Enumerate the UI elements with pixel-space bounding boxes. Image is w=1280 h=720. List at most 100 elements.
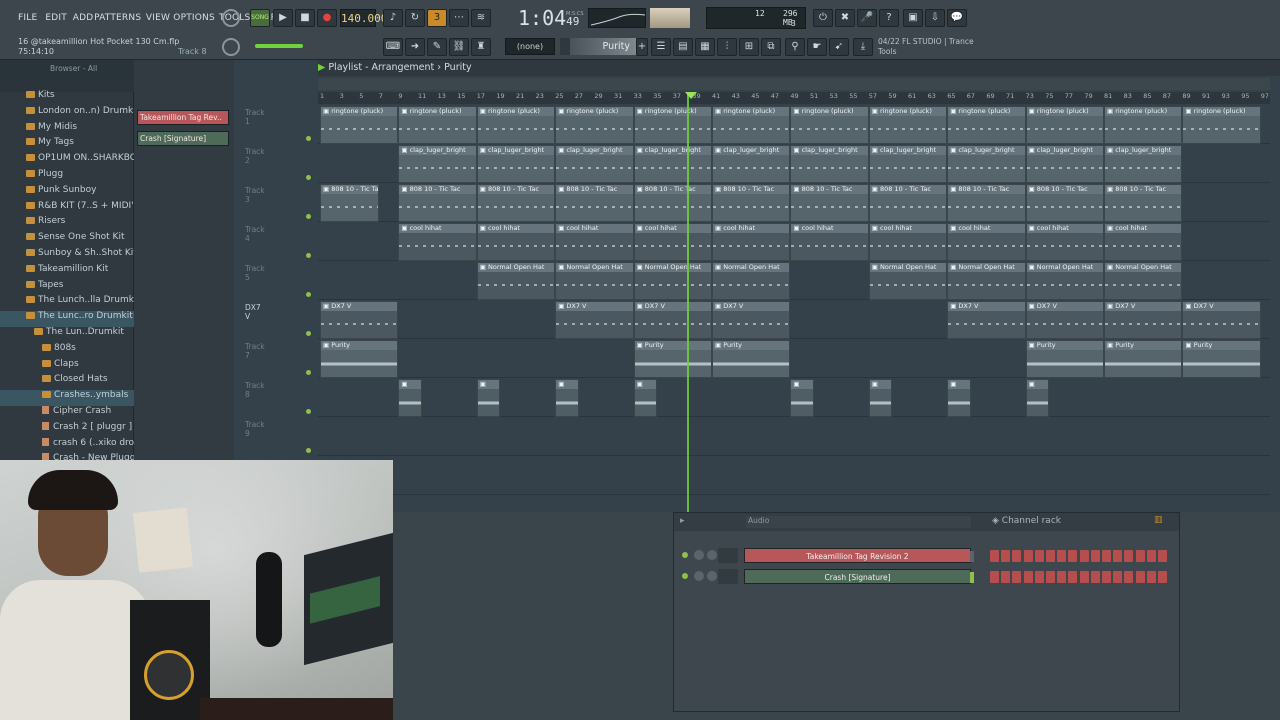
- rack-filter-select[interactable]: Audio: [746, 516, 971, 528]
- playlist-clip[interactable]: ▣ cool hihat: [633, 223, 712, 261]
- playlist-clip[interactable]: ▣ ringtone (pluck): [868, 106, 948, 144]
- playlist-clip[interactable]: ▣ DX7 V: [633, 301, 712, 339]
- step-button[interactable]: [1068, 550, 1078, 562]
- playlist-button[interactable]: ☰: [651, 38, 671, 56]
- track-mute-led[interactable]: [306, 175, 311, 180]
- step-button[interactable]: [1079, 550, 1089, 562]
- track-label[interactable]: Track 1: [245, 108, 265, 126]
- playlist-clip[interactable]: ▣ clap_luger_bright: [633, 145, 712, 183]
- browser-item[interactable]: Punk Sunboy: [0, 185, 134, 201]
- track-label[interactable]: Track 5: [245, 264, 265, 282]
- step-button[interactable]: [1124, 550, 1134, 562]
- step-button[interactable]: [1102, 550, 1111, 562]
- browser-item[interactable]: The Lun..Drumkit: [0, 327, 134, 343]
- channel-mute-led[interactable]: [682, 552, 688, 558]
- stop-button[interactable]: ■: [295, 9, 315, 27]
- master-volume-knob[interactable]: [222, 9, 240, 27]
- playlist-clip[interactable]: ▣ 808 10 - Tic Tac: [712, 184, 791, 222]
- step-button[interactable]: [1023, 550, 1033, 562]
- step-button[interactable]: [1012, 550, 1022, 562]
- playlist-clip[interactable]: ▣ cool hihat: [1025, 223, 1104, 261]
- playlist-clip[interactable]: ▣ cool hihat: [712, 223, 791, 261]
- playlist-clip[interactable]: ▣ clap_luger_bright: [790, 145, 869, 183]
- record-button[interactable]: ●: [317, 9, 337, 27]
- step-button[interactable]: [1079, 571, 1089, 583]
- playlist-clip[interactable]: ▣ 808 10 - Tic Tac: [476, 184, 556, 222]
- song-mode-toggle[interactable]: SONG: [250, 9, 270, 27]
- playlist-clip[interactable]: ▣ cool hihat: [790, 223, 869, 261]
- channel-volume-knob[interactable]: [707, 550, 717, 560]
- playlist-clip[interactable]: ▣ cool hihat: [947, 223, 1026, 261]
- browser-item[interactable]: London on..n) Drumkit: [0, 106, 134, 122]
- step-button[interactable]: [1090, 550, 1100, 562]
- step-button[interactable]: [990, 550, 999, 562]
- track-label[interactable]: Track 3: [245, 186, 265, 204]
- playlist-clip[interactable]: ▣ Normal Open Hat: [1025, 262, 1104, 300]
- browser-item[interactable]: Tapes: [0, 280, 134, 296]
- menu-options[interactable]: OPTIONS: [173, 13, 215, 29]
- plugin-button[interactable]: ✖: [835, 9, 855, 27]
- playlist-clip[interactable]: ▣ Normal Open Hat: [633, 262, 712, 300]
- playlist-clip[interactable]: ▣ Purity: [1104, 340, 1183, 378]
- playlist-clip[interactable]: ▣ clap_luger_bright: [1025, 145, 1104, 183]
- playlist-clip[interactable]: ▣ 808 10 - Tic Tac: [1104, 184, 1183, 222]
- mic-button[interactable]: 🎤: [857, 9, 877, 27]
- mixer-button[interactable]: ⫶: [717, 38, 737, 56]
- playlist-clip[interactable]: ▣ Purity: [1182, 340, 1261, 378]
- track-mute-led[interactable]: [306, 448, 311, 453]
- track-mute-led[interactable]: [306, 370, 311, 375]
- link-button[interactable]: ⛓: [449, 38, 469, 56]
- audio-clip[interactable]: ▣: [868, 379, 893, 417]
- step-button[interactable]: [1113, 550, 1123, 562]
- step-button[interactable]: [1146, 550, 1156, 562]
- countdown-button[interactable]: 3: [427, 9, 447, 27]
- playlist-clip[interactable]: ▣ 808 10 - Tic Tac: [633, 184, 712, 222]
- draw-tool-button[interactable]: ✎: [427, 38, 447, 56]
- performance-button[interactable]: ➹: [829, 38, 849, 56]
- playlist-clip[interactable]: ▣ ringtone (pluck): [947, 106, 1026, 144]
- playlist-clip[interactable]: ▣ clap_luger_bright: [947, 145, 1026, 183]
- playlist-clip[interactable]: ▣ DX7 V: [712, 301, 791, 339]
- audio-clip[interactable]: ▣: [790, 379, 814, 417]
- browser-item[interactable]: Sunboy & Sh..Shot Kit): [0, 248, 134, 264]
- channel-button[interactable]: Takeamillion Tag Revision 2: [744, 548, 971, 563]
- playlist-clip[interactable]: ▣ clap_luger_bright: [398, 145, 477, 183]
- rack-menu-arrow-icon[interactable]: ▸: [680, 516, 685, 526]
- browser-item[interactable]: Crashes..ymbals: [0, 390, 134, 406]
- playlist-clip[interactable]: ▣ cool hihat: [476, 223, 556, 261]
- step-button[interactable]: [1135, 571, 1145, 583]
- browser-item[interactable]: Plugg: [0, 169, 134, 185]
- browser-item[interactable]: Closed Hats: [0, 374, 134, 390]
- typing-keyboard-button[interactable]: ⌨: [383, 38, 403, 56]
- audio-clip[interactable]: ▣: [633, 379, 658, 417]
- playlist-clip[interactable]: ▣ Normal Open Hat: [476, 262, 556, 300]
- track-label[interactable]: Track 9: [245, 420, 265, 438]
- playlist-clip[interactable]: ▣ Normal Open Hat: [712, 262, 791, 300]
- browser-item[interactable]: My Midis: [0, 122, 134, 138]
- browser-item[interactable]: Cipher Crash: [0, 406, 134, 422]
- step-button[interactable]: [1068, 571, 1078, 583]
- browser-item[interactable]: My Tags: [0, 137, 134, 153]
- step-button[interactable]: [1001, 571, 1011, 583]
- audio-clip[interactable]: ▣: [398, 379, 422, 417]
- snap-select[interactable]: (none): [505, 38, 555, 55]
- step-button[interactable]: [1057, 550, 1067, 562]
- track-label[interactable]: DX7 V: [245, 303, 261, 321]
- playlist-clip[interactable]: ▣ DX7 V: [1025, 301, 1104, 339]
- playlist-clip[interactable]: ▣ Normal Open Hat: [1104, 262, 1183, 300]
- step-button[interactable]: [1158, 550, 1167, 562]
- pattern-selector[interactable]: Purity: [570, 38, 636, 55]
- playlist-clip[interactable]: ▣ cool hihat: [1104, 223, 1183, 261]
- snap-button[interactable]: ➜: [405, 38, 425, 56]
- playlist-clip[interactable]: ▣ Normal Open Hat: [868, 262, 948, 300]
- step-edit-button[interactable]: ⋯: [449, 9, 469, 27]
- playlist-clip[interactable]: ▣ 808 10 - Tic Tac: [1025, 184, 1104, 222]
- track-mute-led[interactable]: [306, 253, 311, 258]
- playlist-clip[interactable]: ▣ DX7 V: [320, 301, 399, 339]
- step-button[interactable]: [1057, 571, 1067, 583]
- track-label[interactable]: Track 4: [245, 225, 265, 243]
- playlist-clip[interactable]: ▣ ringtone (pluck): [1104, 106, 1183, 144]
- playhead[interactable]: [687, 92, 689, 512]
- browser-item[interactable]: Risers: [0, 216, 134, 232]
- rack-graph-icon[interactable]: ▥: [1154, 515, 1163, 525]
